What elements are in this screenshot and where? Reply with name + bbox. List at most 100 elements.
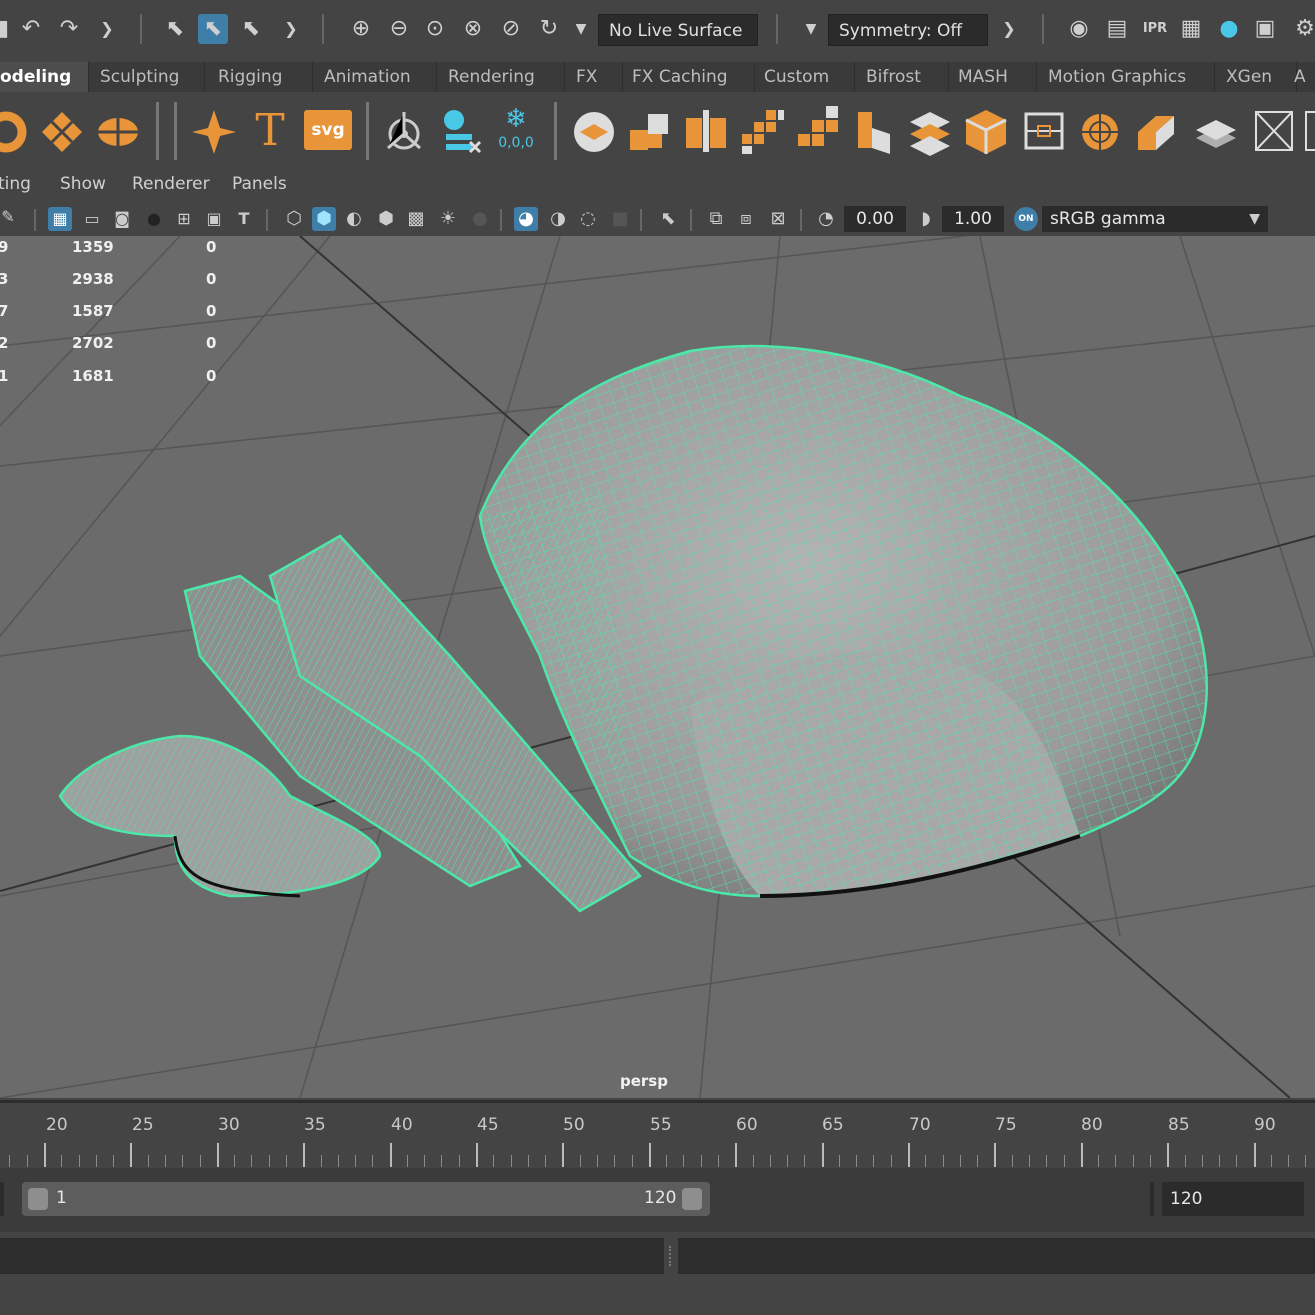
- grid-toggle-icon[interactable]: ▦: [48, 207, 72, 231]
- ambient-occlusion-icon[interactable]: ◑: [546, 207, 570, 231]
- smooth-icon[interactable]: [738, 104, 786, 158]
- cube-icon[interactable]: [962, 104, 1010, 158]
- collapse-arrow-icon[interactable]: ❯: [92, 14, 122, 44]
- torus-icon[interactable]: [0, 104, 34, 158]
- combine-icon[interactable]: [626, 104, 674, 158]
- mel-input[interactable]: [0, 1238, 664, 1274]
- end-time-field[interactable]: 120: [1162, 1182, 1304, 1216]
- gamma-field[interactable]: 1.00: [942, 206, 1004, 232]
- tab-custom[interactable]: Custom: [752, 62, 855, 92]
- lookdev-icon[interactable]: ⚙: [1290, 14, 1315, 44]
- menu-panels[interactable]: Panels: [232, 174, 287, 194]
- live-surface-field[interactable]: No Live Surface: [598, 14, 758, 46]
- camera-attrs-icon[interactable]: ⊠: [766, 207, 790, 231]
- tab-modeling[interactable]: odeling: [0, 62, 89, 92]
- gate-mask-icon[interactable]: ●: [142, 207, 166, 231]
- tab-more[interactable]: A: [1282, 62, 1315, 92]
- pivot-icon[interactable]: [380, 104, 428, 158]
- color-management-toggle[interactable]: ON: [1014, 207, 1038, 231]
- menu-renderer[interactable]: Renderer: [132, 174, 210, 194]
- film-gate-icon[interactable]: ▭: [80, 207, 104, 231]
- snap-point-icon[interactable]: ⊙: [420, 14, 450, 44]
- bridge-icon[interactable]: [1250, 104, 1298, 158]
- freeze-transform-icon[interactable]: [436, 104, 484, 158]
- safe-action-icon[interactable]: ▣: [202, 207, 226, 231]
- viewport-persp[interactable]: 9 1359 0 3 2938 0 7 1587 0 2 2702 0 1 16…: [0, 236, 1315, 1098]
- separate-icon[interactable]: [682, 104, 730, 158]
- range-start-handle[interactable]: [28, 1188, 48, 1210]
- clean-up-icon[interactable]: [906, 104, 954, 158]
- tab-motion-graphics[interactable]: Motion Graphics: [1036, 62, 1215, 92]
- splitter-handle[interactable]: [669, 1246, 674, 1266]
- resolution-gate-icon[interactable]: ◙: [110, 207, 134, 231]
- mirror-icon[interactable]: [850, 104, 898, 158]
- menu-show[interactable]: Show: [60, 174, 106, 194]
- append-icon[interactable]: [1300, 104, 1315, 158]
- svg-tool-icon[interactable]: svg: [304, 110, 352, 150]
- snap-grid-icon[interactable]: ⊕: [346, 14, 376, 44]
- mesh-large[interactable]: [478, 344, 1208, 898]
- render-settings-icon[interactable]: ▦: [1176, 14, 1206, 44]
- exposure-field[interactable]: 0.00: [844, 206, 906, 232]
- menu-lighting[interactable]: ting: [0, 174, 31, 194]
- lights-icon[interactable]: ☀: [436, 207, 460, 231]
- extrude-icon[interactable]: [1134, 104, 1182, 158]
- layer-sphere-icon[interactable]: [570, 104, 618, 158]
- isolate-select-icon[interactable]: ⬉: [656, 207, 680, 231]
- paint-select-icon[interactable]: ✎: [0, 207, 20, 231]
- tab-fx[interactable]: FX: [564, 62, 623, 92]
- safe-title-icon[interactable]: T: [232, 207, 256, 231]
- select-component-icon[interactable]: ⬉: [236, 14, 266, 44]
- render-view-icon[interactable]: ◉: [1064, 14, 1094, 44]
- tab-bifrost[interactable]: Bifrost: [854, 62, 949, 92]
- xray-joints-icon[interactable]: ⧉: [704, 207, 728, 231]
- wireframe-icon[interactable]: ⬡: [282, 207, 306, 231]
- bounding-box-icon[interactable]: [1020, 104, 1068, 158]
- ipr-render-icon[interactable]: IPR: [1140, 14, 1170, 44]
- shadows-icon[interactable]: ●: [468, 207, 492, 231]
- checker-icon[interactable]: ▩: [404, 207, 428, 231]
- sphere-grid-icon[interactable]: [1076, 104, 1124, 158]
- collapse-arrow-icon[interactable]: ❯: [994, 14, 1024, 44]
- xray-components-icon[interactable]: ⧈: [734, 207, 758, 231]
- dropdown-arrow-icon[interactable]: ▼: [796, 14, 826, 44]
- range-end-handle[interactable]: [682, 1188, 702, 1210]
- render-frame-icon[interactable]: ▤: [1102, 14, 1132, 44]
- select-hierarchy-icon[interactable]: ⬉: [160, 14, 190, 44]
- dropdown-arrow-icon[interactable]: ▼: [566, 14, 596, 44]
- tab-animation[interactable]: Animation: [312, 62, 437, 92]
- default-material-icon[interactable]: ◐: [342, 207, 366, 231]
- tab-rendering[interactable]: Rendering: [436, 62, 565, 92]
- type-tool-icon[interactable]: T: [246, 104, 294, 158]
- render-setup-icon[interactable]: ▣: [1250, 14, 1280, 44]
- make-live-icon[interactable]: ⊘: [496, 14, 526, 44]
- sparkle-icon[interactable]: [190, 104, 238, 158]
- gamma-icon[interactable]: ◗: [914, 207, 938, 231]
- collapse-arrow-icon[interactable]: ❯: [276, 14, 306, 44]
- hypershade-icon[interactable]: ●: [1214, 14, 1244, 44]
- field-chart-icon[interactable]: ⊞: [172, 207, 196, 231]
- view-transform-dropdown[interactable]: sRGB gamma ▼: [1042, 206, 1268, 232]
- symmetry-field[interactable]: Symmetry: Off: [828, 14, 988, 46]
- range-slider[interactable]: 1 120: [22, 1182, 710, 1216]
- motion-blur-icon[interactable]: ◌: [576, 207, 600, 231]
- redo-icon[interactable]: ↷: [54, 14, 84, 44]
- tab-fx-caching[interactable]: FX Caching: [620, 62, 755, 92]
- diamond-plane-icon[interactable]: [38, 104, 86, 158]
- smooth-shade-icon[interactable]: ⬢: [312, 207, 336, 231]
- time-slider[interactable]: 20 25 30 35 40 45 50 55 60 65 70 75 80 8…: [0, 1100, 1315, 1171]
- bevel-icon[interactable]: [1192, 104, 1240, 158]
- tab-rigging[interactable]: Rigging: [206, 62, 313, 92]
- reset-transform-icon[interactable]: ❄ 0,0,0: [492, 104, 540, 158]
- snap-view-plane-icon[interactable]: ⊗: [458, 14, 488, 44]
- select-object-icon[interactable]: ⬉: [198, 14, 228, 44]
- snap-curve-icon[interactable]: ⊖: [384, 14, 414, 44]
- xray-icon[interactable]: ◕: [514, 207, 538, 231]
- tab-sculpting[interactable]: Sculpting: [88, 62, 205, 92]
- start-time-field[interactable]: [0, 1182, 4, 1216]
- undo-icon[interactable]: ↶: [16, 14, 46, 44]
- exposure-icon[interactable]: ◔: [814, 207, 838, 231]
- tab-mash[interactable]: MASH: [946, 62, 1037, 92]
- antialias-icon[interactable]: ■: [608, 207, 632, 231]
- textured-icon[interactable]: ⬢: [374, 207, 398, 231]
